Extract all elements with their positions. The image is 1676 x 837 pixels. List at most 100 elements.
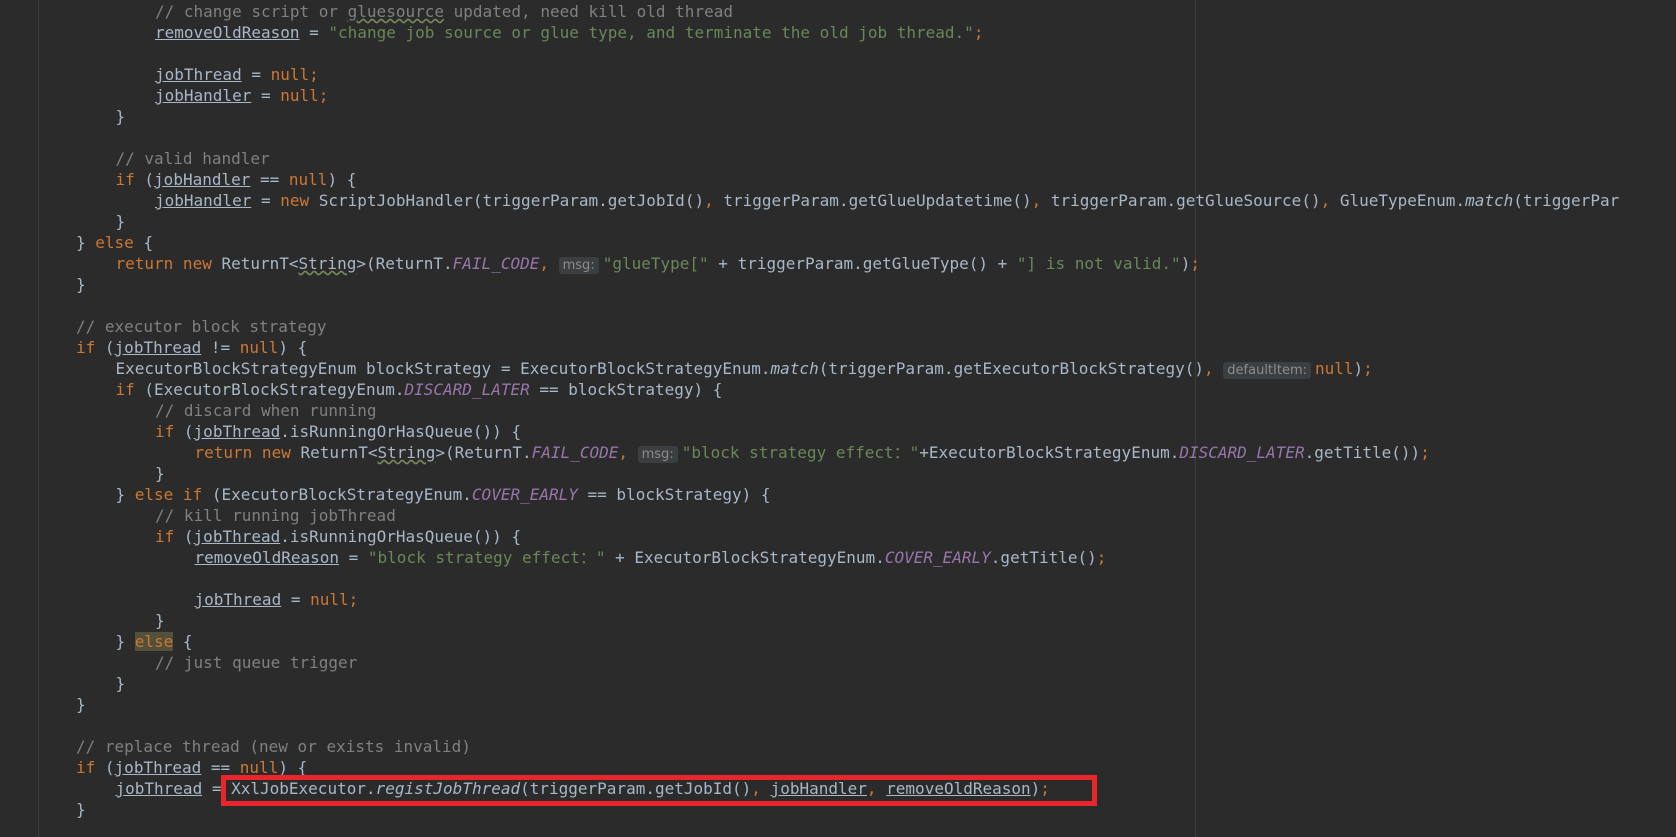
code-token: new — [280, 191, 319, 210]
code-token: return new — [194, 443, 301, 462]
code-token: .getTitle()) — [1304, 443, 1421, 462]
code-token: // discard when running — [155, 401, 377, 420]
code-line[interactable]: jobHandler = null; — [155, 85, 328, 106]
code-line[interactable]: } else { — [116, 631, 193, 652]
code-line[interactable]: return new ReturnT<String>(ReturnT.FAIL_… — [195, 442, 1430, 463]
code-line[interactable]: // discard when running — [155, 400, 377, 421]
code-line[interactable]: jobThread = null; — [155, 64, 319, 85]
code-line[interactable]: ExecutorBlockStrategyEnum blockStrategy … — [116, 358, 1373, 379]
code-token: return new — [115, 254, 222, 273]
code-token: if — [115, 380, 145, 399]
code-token: + triggerParam.getGlueType() + — [708, 254, 1017, 273]
code-token: null — [239, 338, 279, 357]
code-token: jobThread — [193, 527, 281, 546]
highlight-box — [221, 775, 1097, 806]
code-token: >(ReturnT. — [356, 254, 453, 273]
code-line[interactable]: removeOldReason = "change job source or … — [155, 22, 983, 43]
code-token: null — [1315, 359, 1354, 378]
code-line[interactable]: // replace thread (new or exists invalid… — [76, 736, 471, 757]
code-token: ( — [104, 758, 115, 777]
code-token: } — [76, 275, 86, 294]
code-token: == blockStrategy) { — [529, 380, 723, 399]
code-line[interactable]: } — [76, 274, 86, 295]
code-token: // executor block strategy — [76, 317, 327, 336]
code-token: ; — [973, 23, 984, 42]
code-line[interactable]: // valid handler — [116, 148, 270, 169]
code-token: updated, need kill old thread — [443, 2, 733, 21]
code-token: (ExecutorBlockStrategyEnum. — [144, 380, 405, 399]
code-token: } — [155, 611, 165, 630]
code-line[interactable]: if (jobHandler == null) { — [116, 169, 357, 190]
code-token: , — [1031, 191, 1051, 210]
code-line[interactable]: } — [116, 211, 126, 232]
code-token: jobHandler — [154, 170, 251, 189]
code-token: String — [298, 254, 357, 273]
code-token: triggerParam.getGlueUpdatetime() — [723, 191, 1032, 210]
code-token: { — [143, 233, 154, 252]
code-token: if — [155, 527, 184, 546]
code-line[interactable]: } — [155, 610, 165, 631]
code-line[interactable]: if (jobThread.isRunningOrHasQueue()) { — [155, 526, 521, 547]
code-token: // valid handler — [115, 149, 270, 168]
code-token: "change job source or glue type, and ter… — [328, 23, 974, 42]
code-token: else if — [134, 485, 212, 504]
code-token: (triggerPar — [1513, 191, 1620, 210]
code-token: ReturnT< — [221, 254, 299, 273]
code-token: (triggerParam.getExecutorBlockStrategy() — [818, 359, 1205, 378]
code-token: gluesource — [347, 2, 444, 21]
code-line[interactable]: jobThread = null; — [195, 589, 359, 610]
code-line[interactable]: } — [155, 463, 165, 484]
code-editor[interactable]: // change script or gluesource updated, … — [0, 0, 1676, 837]
parameter-hint: msg: — [558, 257, 599, 274]
code-line[interactable]: } else { — [76, 232, 153, 253]
code-token: , — [1320, 191, 1340, 210]
code-token: else — [95, 233, 144, 252]
code-token: ( — [183, 422, 194, 441]
code-line[interactable]: // executor block strategy — [76, 316, 326, 337]
code-token: jobHandler — [155, 191, 252, 210]
code-token: "glueType[" — [602, 254, 709, 273]
code-token: (ExecutorBlockStrategyEnum. — [211, 485, 472, 504]
code-token: FAIL_CODE — [531, 443, 619, 462]
code-token: = — [281, 590, 311, 609]
code-token: ScriptJobHandler(triggerParam.getJobId() — [318, 191, 705, 210]
code-line[interactable]: // kill running jobThread — [155, 505, 396, 526]
code-line[interactable]: } — [76, 799, 86, 820]
code-token: null — [288, 170, 328, 189]
code-token: == — [250, 170, 289, 189]
code-token: jobThread — [155, 65, 242, 84]
code-line[interactable]: } — [76, 694, 86, 715]
code-token: match — [1465, 191, 1514, 210]
code-token: ) — [1353, 359, 1364, 378]
code-token: ) — [1180, 254, 1191, 273]
code-token: // replace thread (new or exists invalid… — [76, 737, 471, 756]
code-line[interactable]: } else if (ExecutorBlockStrategyEnum.COV… — [116, 484, 771, 505]
code-token: "] is not valid." — [1016, 254, 1181, 273]
code-line[interactable]: return new ReturnT<String>(ReturnT.FAIL_… — [116, 253, 1200, 274]
code-token: ( — [183, 527, 194, 546]
code-token: = — [251, 191, 281, 210]
code-token: = — [251, 86, 281, 105]
code-token: DISCARD_LATER — [404, 380, 530, 399]
code-line[interactable]: if (jobThread != null) { — [76, 337, 307, 358]
code-line[interactable]: } — [116, 106, 126, 127]
code-line[interactable]: // change script or gluesource updated, … — [155, 1, 733, 22]
code-token: "block strategy effect：" — [681, 443, 920, 462]
code-line[interactable]: removeOldReason = "block strategy effect… — [195, 547, 1107, 568]
code-token: "block strategy effect：" — [367, 548, 606, 567]
code-line[interactable]: jobHandler = new ScriptJobHandler(trigge… — [155, 190, 1619, 211]
code-token: } — [155, 464, 165, 483]
code-token: COVER_EARLY — [471, 485, 578, 504]
code-line[interactable]: // just queue trigger — [155, 652, 357, 673]
code-line[interactable]: } — [116, 673, 126, 694]
code-token: if — [76, 758, 105, 777]
code-token: ; — [1363, 359, 1373, 378]
code-line[interactable]: if (jobThread.isRunningOrHasQueue()) { — [155, 421, 521, 442]
code-token: } — [115, 632, 135, 651]
code-token: ) { — [327, 170, 357, 189]
code-token: ( — [104, 338, 115, 357]
code-token: if — [115, 170, 145, 189]
code-token: GlueTypeEnum. — [1339, 191, 1466, 210]
code-line[interactable]: if (ExecutorBlockStrategyEnum.DISCARD_LA… — [116, 379, 723, 400]
parameter-hint: msg: — [637, 446, 678, 463]
